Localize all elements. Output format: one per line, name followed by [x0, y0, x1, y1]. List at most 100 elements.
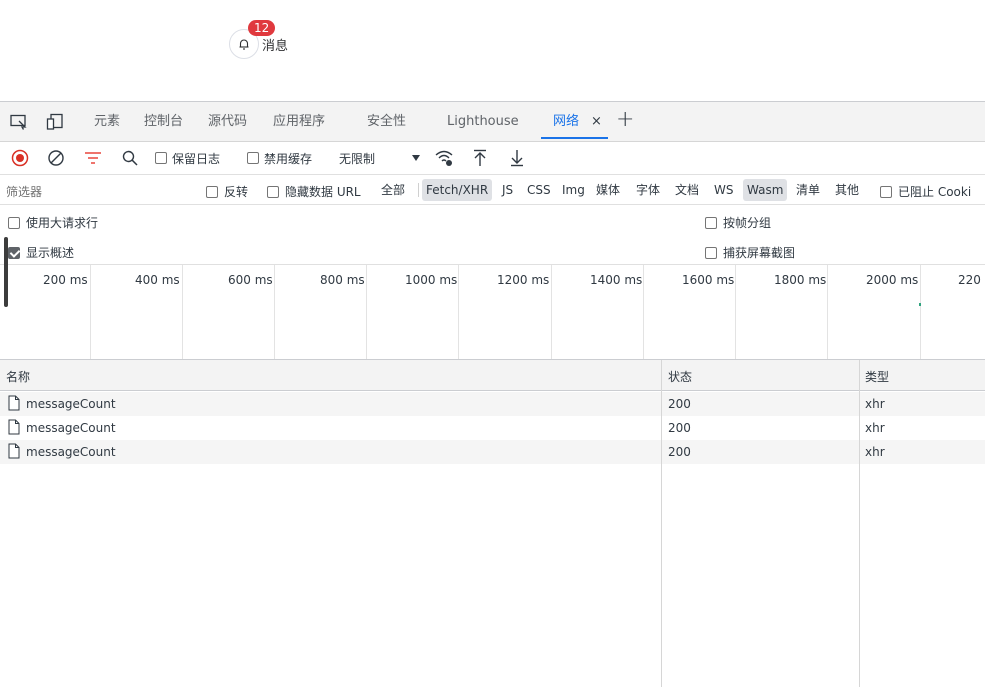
throttle-select[interactable]: 无限制	[339, 148, 421, 168]
filter-type-wasm[interactable]: Wasm	[743, 179, 788, 201]
hide-data-url-checkbox[interactable]: 隐藏数据 URL	[267, 183, 361, 200]
tick-label: 400 ms	[135, 273, 180, 287]
add-tab-icon[interactable]: +	[616, 109, 634, 131]
invert-label: 反转	[224, 185, 249, 199]
capture-screenshots-checkbox[interactable]: 捕获屏幕截图	[705, 244, 795, 261]
table-header: 名称 状态 类型	[0, 360, 985, 391]
show-overview-checkbox[interactable]: 显示概述	[8, 244, 74, 261]
filter-type-all[interactable]: 全部	[377, 179, 409, 201]
request-type: xhr	[865, 445, 885, 459]
filter-type-ws[interactable]: WS	[710, 179, 737, 201]
tick-label: 1800 ms	[774, 273, 827, 287]
filter-input[interactable]: 筛选器	[6, 183, 42, 200]
network-conditions-icon[interactable]	[433, 148, 455, 168]
tab-close-icon[interactable]: ×	[591, 112, 602, 132]
export-har-icon[interactable]	[508, 148, 526, 168]
tick-line	[366, 265, 367, 359]
filter-type-css[interactable]: CSS	[523, 179, 555, 201]
document-icon	[8, 443, 20, 459]
table-row[interactable]: messageCount 200 xhr	[0, 392, 985, 416]
inspect-element-icon[interactable]	[9, 112, 29, 132]
filter-type-js[interactable]: JS	[498, 179, 517, 201]
hide-data-url-box[interactable]	[267, 185, 279, 198]
throttle-value: 无限制	[339, 151, 376, 166]
group-by-frame-checkbox[interactable]: 按帧分组	[705, 214, 771, 231]
tick-label: 1400 ms	[590, 273, 643, 287]
tick-line	[920, 265, 921, 359]
tab-lighthouse[interactable]: Lighthouse	[447, 102, 519, 142]
tick-line	[182, 265, 183, 359]
blocked-cookies-checkbox[interactable]: 已阻止 Cooki	[880, 183, 971, 200]
record-icon[interactable]	[10, 148, 30, 168]
bell-button-circle[interactable]: 12	[229, 20, 276, 59]
group-by-frame-box[interactable]	[705, 216, 717, 229]
column-header-name[interactable]: 名称	[6, 368, 30, 385]
request-name: messageCount	[26, 445, 116, 459]
network-settings-rows: 使用大请求行 显示概述 按帧分组 捕获屏幕截图	[0, 205, 985, 265]
filter-type-fetch-xhr[interactable]: Fetch/XHR	[422, 179, 493, 201]
request-name: messageCount	[26, 421, 116, 435]
preserve-log-checkbox[interactable]: 保留日志	[155, 148, 220, 168]
filter-type-font[interactable]: 字体	[632, 179, 664, 201]
network-toolbar: 保留日志 禁用缓存 无限制	[0, 142, 985, 175]
table-row[interactable]: messageCount 200 xhr	[0, 416, 985, 440]
tab-network[interactable]: 网络	[553, 102, 579, 142]
column-divider[interactable]	[661, 360, 662, 687]
blocked-cookies-box[interactable]	[880, 185, 892, 198]
request-name: messageCount	[26, 397, 116, 411]
column-header-status[interactable]: 状态	[668, 368, 692, 385]
filter-type-media[interactable]: 媒体	[592, 179, 624, 201]
tab-elements[interactable]: 元素	[94, 102, 120, 142]
large-rows-label: 使用大请求行	[26, 216, 99, 230]
page-header-area: 12 消息	[0, 0, 985, 101]
capture-screenshots-box[interactable]	[705, 246, 717, 259]
tab-sources[interactable]: 源代码	[208, 102, 247, 142]
filter-type-other[interactable]: 其他	[831, 179, 863, 201]
tick-label: 1000 ms	[405, 273, 458, 287]
tick-label: 1600 ms	[682, 273, 735, 287]
notification-button[interactable]: 12 消息	[229, 20, 288, 59]
capture-screenshots-label: 捕获屏幕截图	[723, 246, 796, 260]
invert-box[interactable]	[206, 185, 218, 198]
tab-console[interactable]: 控制台	[144, 102, 183, 142]
show-overview-box[interactable]	[8, 246, 20, 259]
tick-label: 200 ms	[43, 273, 88, 287]
tick-line	[458, 265, 459, 359]
filter-type-img[interactable]: Img	[558, 179, 589, 201]
tick-label: 800 ms	[320, 273, 365, 287]
tick-label: 600 ms	[228, 273, 273, 287]
filter-type-doc[interactable]: 文档	[671, 179, 703, 201]
clear-icon[interactable]	[46, 148, 66, 168]
table-row[interactable]: messageCount 200 xhr	[0, 440, 985, 464]
active-tab-indicator	[541, 137, 608, 139]
disable-cache-checkbox[interactable]: 禁用缓存	[247, 148, 312, 168]
group-by-frame-label: 按帧分组	[723, 216, 772, 230]
invert-checkbox[interactable]: 反转	[206, 183, 248, 200]
tick-label: 2000 ms	[866, 273, 919, 287]
preserve-log-box[interactable]	[155, 152, 167, 164]
panel-resize-handle[interactable]	[4, 237, 8, 307]
column-divider[interactable]	[859, 360, 860, 687]
import-har-icon[interactable]	[471, 148, 489, 168]
tab-application[interactable]: 应用程序	[273, 102, 325, 142]
tick-label: 220	[958, 273, 981, 287]
filter-icon[interactable]	[83, 148, 103, 168]
device-toolbar-icon[interactable]	[45, 112, 65, 132]
network-overview-timeline[interactable]: 200 ms 400 ms 600 ms 800 ms 1000 ms 1200…	[0, 265, 985, 360]
search-icon[interactable]	[120, 148, 140, 168]
tab-security[interactable]: 安全性	[367, 102, 406, 142]
show-overview-label: 显示概述	[26, 246, 75, 260]
dropdown-arrow-icon	[412, 155, 420, 161]
large-rows-checkbox[interactable]: 使用大请求行	[8, 214, 98, 231]
column-header-type[interactable]: 类型	[865, 368, 889, 385]
tick-line	[643, 265, 644, 359]
filter-type-manifest[interactable]: 清单	[792, 179, 824, 201]
tick-line	[274, 265, 275, 359]
message-label[interactable]: 消息	[262, 35, 288, 54]
overview-request-mark	[919, 303, 921, 306]
disable-cache-box[interactable]	[247, 152, 259, 164]
request-status: 200	[668, 445, 691, 459]
large-rows-box[interactable]	[8, 216, 20, 229]
request-table: 名称 状态 类型 messageCount 200 xhr messageCou…	[0, 360, 985, 687]
document-icon	[8, 419, 20, 435]
